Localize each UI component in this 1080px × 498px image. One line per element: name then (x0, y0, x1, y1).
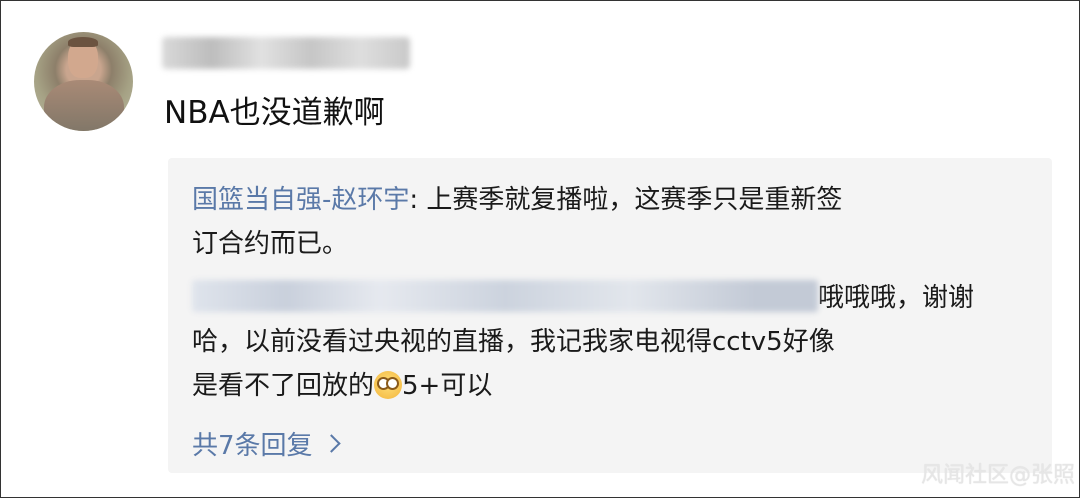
reply-box: 国篮当自强-赵环宇: 上赛季就复播啦，这赛季只是重新签 订合约而已。 哦哦哦，谢… (168, 158, 1052, 473)
reply-2-line-3: 是看不了回放的 5+可以 (192, 368, 492, 404)
username-redacted[interactable] (162, 37, 410, 69)
watermark: 风闻社区@张照 (920, 463, 1075, 488)
reply-2-text-3: 是看不了回放的 (192, 371, 375, 401)
avatar-torso (44, 80, 124, 131)
reply-separator: : (409, 185, 427, 215)
reply-author-link[interactable]: 国篮当自强-赵环宇 (192, 185, 409, 215)
user-avatar[interactable] (34, 32, 133, 131)
more-replies-link[interactable]: 共7条回复 (192, 428, 341, 464)
reply-2-text-1: 哦哦哦，谢谢 (818, 283, 975, 313)
avatar-hair (68, 37, 98, 47)
flushed-face-icon (374, 371, 403, 399)
reply-2-author-redacted[interactable] (192, 280, 818, 312)
reply-2-text-4: 5+可以 (402, 371, 493, 401)
reply-2-line-1: 哦哦哦，谢谢 (192, 280, 974, 316)
comment-card: NBA也没道歉啊 国篮当自强-赵环宇: 上赛季就复播啦，这赛季只是重新签 订合约… (0, 0, 1080, 498)
reply-1-text-1: 上赛季就复播啦，这赛季只是重新签 (426, 185, 843, 215)
chevron-right-icon (321, 434, 341, 453)
reply-1-line-2: 订合约而已。 (192, 229, 349, 259)
more-replies-label: 共7条回复 (192, 431, 313, 461)
reply-2-line-2: 哈，以前没看过央视的直播，我记我家电视得cctv5好像 (192, 327, 835, 357)
comment-text: NBA也没道歉啊 (164, 95, 385, 131)
reply-1-line-1: 国篮当自强-赵环宇: 上赛季就复播啦，这赛季只是重新签 (192, 182, 842, 218)
